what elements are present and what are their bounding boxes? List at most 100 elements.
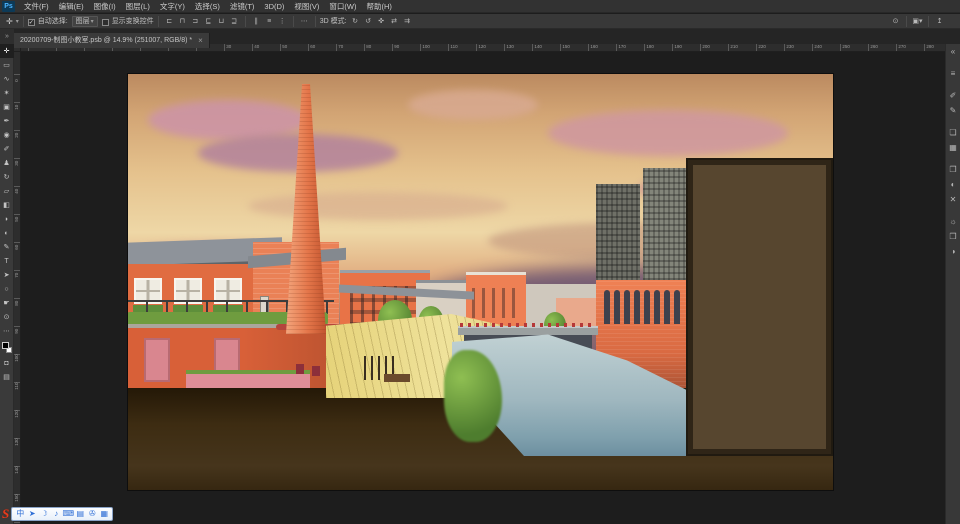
- learn-panel-icon[interactable]: ☼: [946, 214, 960, 229]
- search-icon[interactable]: ⊙: [890, 16, 901, 27]
- close-tab-icon[interactable]: ×: [198, 36, 203, 45]
- toolbar-collapse-icon[interactable]: »: [0, 29, 14, 44]
- layers-panel-icon[interactable]: ❐: [946, 162, 960, 177]
- separator: [157, 15, 159, 27]
- scene-bench: [384, 374, 410, 382]
- eyedropper-tool[interactable]: ✒: [0, 114, 14, 128]
- menu-file[interactable]: 文件(F): [19, 0, 54, 13]
- menu-select[interactable]: 选择(S): [190, 0, 225, 13]
- align-left-edges-icon[interactable]: ⊏: [164, 16, 175, 27]
- share-image-icon[interactable]: ↥: [934, 16, 945, 27]
- move-tool[interactable]: ✛: [0, 44, 14, 58]
- 3d-slide-icon[interactable]: ⇄: [389, 16, 400, 27]
- color-panel-icon[interactable]: ◑: [946, 244, 960, 259]
- align-h-centers-icon[interactable]: ⊓: [177, 16, 188, 27]
- show-transform-checkbox[interactable]: [101, 18, 109, 26]
- pasteboard[interactable]: [21, 52, 945, 524]
- screen-mode-button[interactable]: ▤: [0, 370, 14, 384]
- pen-tool[interactable]: ✎: [0, 240, 14, 254]
- auto-select-checkbox[interactable]: ✓: [27, 18, 35, 26]
- ime-toolbox-icon[interactable]: ▦: [98, 508, 110, 520]
- foreground-color-swatch[interactable]: [1, 342, 9, 349]
- path-selection-tool[interactable]: ➤: [0, 268, 14, 282]
- more-align-options-icon[interactable]: ⋯: [299, 16, 310, 27]
- properties-panel-icon[interactable]: ≡: [946, 66, 960, 81]
- ime-clipboard-icon[interactable]: ▤: [74, 508, 86, 520]
- align-bottom-edges-icon[interactable]: ⊒: [229, 16, 240, 27]
- blur-tool[interactable]: ◗: [0, 212, 14, 226]
- vertical-ruler[interactable]: 0 10 20 30 40 50 60 70 80 90 100 110 120 130 140 150: [14, 52, 21, 524]
- ruler-label: 160: [590, 44, 598, 50]
- ime-lang-chinese-icon[interactable]: 中: [14, 508, 26, 520]
- workspace-switcher-icon[interactable]: ▣▾: [912, 16, 923, 27]
- swatches-panel-icon[interactable]: ▦: [946, 140, 960, 155]
- edit-toolbar-button[interactable]: ⋯: [0, 324, 14, 338]
- ruler-label: 250: [842, 44, 850, 50]
- menu-window[interactable]: 窗口(W): [324, 0, 361, 13]
- brush-tool[interactable]: ✐: [0, 142, 14, 156]
- menu-layer[interactable]: 图层(L): [121, 0, 155, 13]
- auto-select-target-dropdown[interactable]: 图层 ▾: [71, 15, 98, 27]
- align-v-centers-icon[interactable]: ⊔: [216, 16, 227, 27]
- ruler-label: 180: [646, 44, 654, 50]
- clone-stamp-tool[interactable]: ♟: [0, 156, 14, 170]
- tool-preset-caret-icon[interactable]: ▾: [16, 18, 19, 25]
- menu-view[interactable]: 视图(V): [289, 0, 324, 13]
- move-tool-icon[interactable]: ✛: [4, 17, 15, 26]
- scene-gray-tower: [643, 168, 691, 298]
- quick-selection-tool[interactable]: ✶: [0, 86, 14, 100]
- menu-threed[interactable]: 3D(D): [259, 0, 289, 13]
- menu-edit[interactable]: 编辑(E): [54, 0, 89, 13]
- libraries-panel-icon[interactable]: ❒: [946, 229, 960, 244]
- menu-type[interactable]: 文字(Y): [155, 0, 190, 13]
- menu-filter[interactable]: 滤镜(T): [225, 0, 260, 13]
- lasso-tool[interactable]: ∿: [0, 72, 14, 86]
- distribute-center-icon[interactable]: ≡: [264, 16, 275, 27]
- hand-tool[interactable]: ☛: [0, 296, 14, 310]
- align-right-edges-icon[interactable]: ⊐: [190, 16, 201, 27]
- dodge-tool[interactable]: ◐: [0, 226, 14, 240]
- 3d-dolly-icon[interactable]: ⇉: [402, 16, 413, 27]
- document-canvas[interactable]: [128, 74, 833, 490]
- eraser-tool[interactable]: ▱: [0, 184, 14, 198]
- scene-arched-windows: [604, 290, 688, 326]
- sogou-logo-icon[interactable]: S: [2, 506, 9, 521]
- document-tab[interactable]: 20200709-制图小教室.psb @ 14.9% (251007, RGB/…: [14, 32, 210, 48]
- zoom-tool[interactable]: ⊙: [0, 310, 14, 324]
- clone-source-panel-icon[interactable]: ❏: [946, 125, 960, 140]
- ime-halfmoon-icon[interactable]: ☽: [38, 508, 50, 520]
- ruler-label: 140: [14, 466, 20, 474]
- color-swatches[interactable]: [0, 340, 14, 356]
- collapse-panels-icon[interactable]: «: [946, 44, 960, 59]
- ruler-label: 20: [14, 132, 20, 138]
- separator: [292, 15, 294, 27]
- spot-healing-tool[interactable]: ◉: [0, 128, 14, 142]
- ime-mic-icon[interactable]: ♪: [50, 508, 62, 520]
- ime-pointer-icon[interactable]: ➤: [26, 508, 38, 520]
- crop-tool[interactable]: ▣: [0, 100, 14, 114]
- ime-keyboard-icon[interactable]: ⌨: [62, 508, 74, 520]
- ime-skin-icon[interactable]: ✇: [86, 508, 98, 520]
- align-top-edges-icon[interactable]: ⊑: [203, 16, 214, 27]
- adjustments-panel-icon[interactable]: ◐: [946, 177, 960, 192]
- shape-tool[interactable]: ○: [0, 282, 14, 296]
- distribute-left-icon[interactable]: ∥: [251, 15, 262, 26]
- ruler-label: 280: [926, 44, 934, 50]
- ruler-label: 60: [310, 44, 316, 50]
- brushes-panel-icon[interactable]: ✐: [946, 88, 960, 103]
- quick-mask-button[interactable]: ◘: [0, 356, 14, 370]
- distribute-right-icon[interactable]: ⋮: [277, 15, 288, 26]
- 3d-roll-icon[interactable]: ↺: [363, 16, 374, 27]
- paths-panel-icon[interactable]: ✕: [946, 192, 960, 207]
- ruler-label: 260: [870, 44, 878, 50]
- 3d-pan-icon[interactable]: ✜: [376, 16, 387, 27]
- menu-image[interactable]: 图像(I): [89, 0, 121, 13]
- type-tool[interactable]: T: [0, 254, 14, 268]
- gradient-tool[interactable]: ◧: [0, 198, 14, 212]
- menu-help[interactable]: 帮助(H): [362, 0, 397, 13]
- marquee-tool[interactable]: ▭: [0, 58, 14, 72]
- scene-cloud: [548, 110, 788, 156]
- 3d-orbit-icon[interactable]: ↻: [350, 16, 361, 27]
- history-brush-tool[interactable]: ↻: [0, 170, 14, 184]
- brush-settings-panel-icon[interactable]: ✎: [946, 103, 960, 118]
